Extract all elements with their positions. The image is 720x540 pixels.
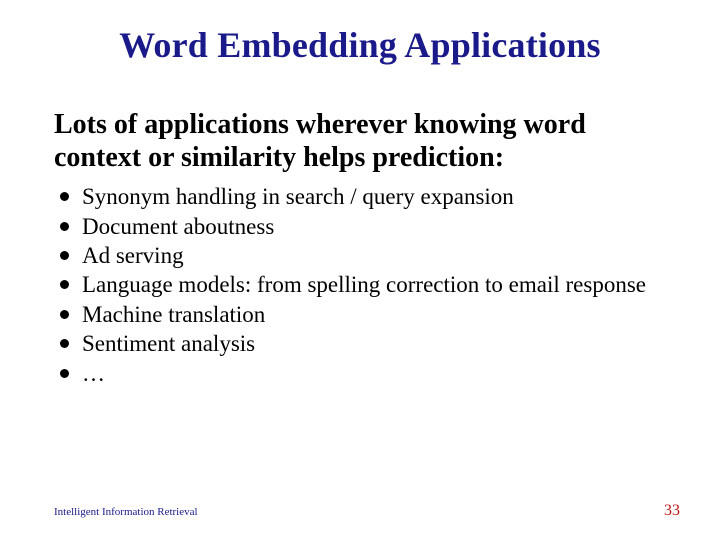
bullet-list: Synonym handling in search / query expan… xyxy=(54,182,664,388)
list-item: Sentiment analysis xyxy=(54,329,664,358)
list-item: Machine translation xyxy=(54,300,664,329)
footer-text: Intelligent Information Retrieval xyxy=(54,506,198,518)
list-item: Synonym handling in search / query expan… xyxy=(54,182,664,211)
list-item: Language models: from spelling correctio… xyxy=(54,270,664,299)
list-item: Ad serving xyxy=(54,241,664,270)
list-item: Document aboutness xyxy=(54,212,664,241)
slide-title: Word Embedding Applications xyxy=(0,24,720,66)
slide-body: Lots of applications wherever knowing wo… xyxy=(54,108,664,388)
intro-text: Lots of applications wherever knowing wo… xyxy=(54,108,664,174)
page-number: 33 xyxy=(664,502,680,520)
list-item: … xyxy=(54,359,664,388)
slide: Word Embedding Applications Lots of appl… xyxy=(0,0,720,540)
